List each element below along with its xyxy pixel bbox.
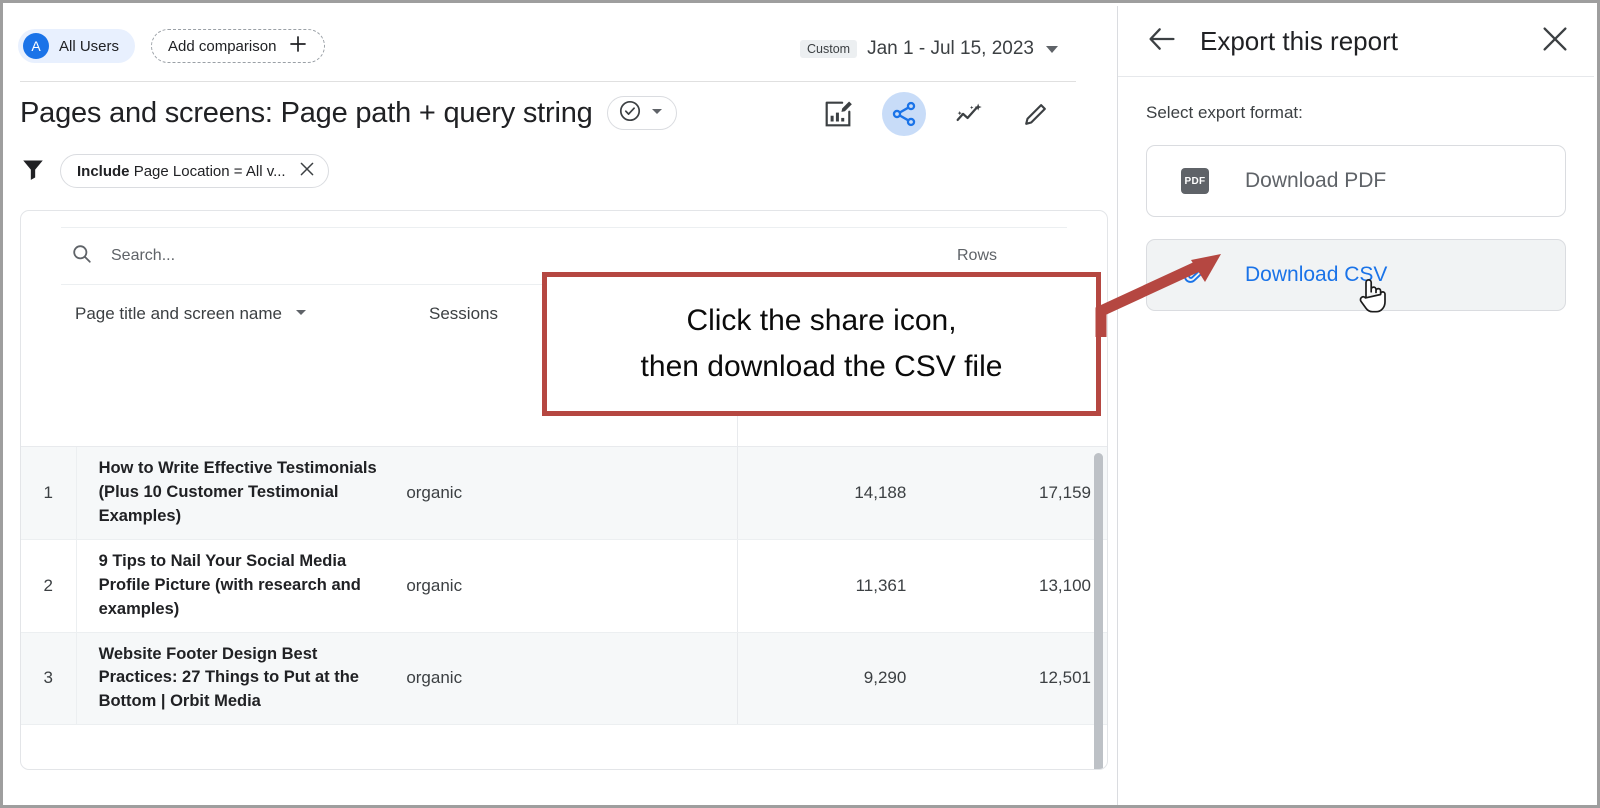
paperclip-icon xyxy=(1181,259,1209,292)
row-page-title[interactable]: Website Footer Design Best Practices: 27… xyxy=(77,633,395,725)
screenshot-root: A All Users Add comparison Custom Jan 1 … xyxy=(0,0,1600,808)
annotation-callout: Click the share icon, then download the … xyxy=(542,272,1101,416)
annotation-line-2: then download the CSV file xyxy=(640,350,1003,383)
add-comparison-button[interactable]: Add comparison xyxy=(151,29,326,63)
row-metric-views: 13,100 xyxy=(1039,575,1091,595)
check-circle-icon xyxy=(618,99,642,128)
pdf-badge-icon: PDF xyxy=(1181,168,1209,194)
share-icon[interactable] xyxy=(882,92,926,136)
close-icon[interactable] xyxy=(298,160,316,183)
row-metric-sessions: 11,361 xyxy=(855,575,907,595)
annotation-callout-text: Click the share icon, then download the … xyxy=(641,298,1003,389)
report-topbar: A All Users Add comparison Custom Jan 1 … xyxy=(6,6,1124,82)
add-comparison-label: Add comparison xyxy=(168,37,277,55)
row-source: organic xyxy=(394,447,738,539)
date-range-selector[interactable]: Custom Jan 1 - Jul 15, 2023 xyxy=(800,38,1058,60)
column-header-dimension[interactable]: Page title and screen name xyxy=(75,304,415,324)
insights-sparkle-icon[interactable] xyxy=(948,92,992,136)
report-filter-row: Include Page Location = All v... xyxy=(6,144,1124,198)
audience-chip-label: All Users xyxy=(59,37,120,55)
export-report-panel: Export this report Select export format:… xyxy=(1117,6,1594,805)
rows-per-page-label[interactable]: Rows xyxy=(957,247,997,265)
search-input[interactable]: Search... xyxy=(111,247,175,265)
vertical-scrollbar[interactable] xyxy=(1094,453,1103,769)
search-icon xyxy=(71,243,93,270)
chevron-down-icon xyxy=(650,104,664,123)
page-title: Pages and screens: Page path + query str… xyxy=(20,96,593,129)
row-metric-views: 12,501 xyxy=(1039,668,1091,688)
report-status-selector[interactable] xyxy=(606,96,677,130)
table-row[interactable]: 1 How to Write Effective Testimonials (P… xyxy=(21,447,1107,540)
row-index: 1 xyxy=(21,447,77,539)
filter-funnel-icon xyxy=(20,156,46,187)
avatar: A xyxy=(23,33,49,59)
annotation-line-1: Click the share icon, xyxy=(686,304,957,338)
export-panel-header: Export this report xyxy=(1118,6,1594,77)
chevron-down-icon xyxy=(1046,45,1058,53)
filter-chip[interactable]: Include Page Location = All v... xyxy=(60,154,329,188)
report-action-icons xyxy=(816,92,1058,136)
date-custom-tag: Custom xyxy=(800,40,858,58)
customize-report-icon[interactable] xyxy=(816,92,860,136)
column-header-dimension-label: Page title and screen name xyxy=(75,304,282,323)
mouse-pointer-hand-icon xyxy=(1355,275,1389,320)
report-title-row: Pages and screens: Page path + query str… xyxy=(6,82,1124,144)
audience-chip-all-users[interactable]: A All Users xyxy=(18,29,136,63)
row-page-title[interactable]: 9 Tips to Nail Your Social Media Profile… xyxy=(77,540,395,632)
row-metric-sessions: 9,290 xyxy=(863,668,907,688)
download-pdf-label: Download PDF xyxy=(1245,169,1387,192)
row-source: organic xyxy=(394,539,738,632)
filter-chip-prefix: Include xyxy=(77,162,130,180)
plus-icon xyxy=(288,34,308,59)
row-index: 2 xyxy=(21,539,77,632)
back-arrow-icon[interactable] xyxy=(1146,23,1178,60)
filter-chip-value: Page Location = All v... xyxy=(133,162,286,180)
row-metric-sessions: 14,188 xyxy=(854,482,907,502)
table-row[interactable]: 3 Website Footer Design Best Practices: … xyxy=(21,632,1107,726)
chevron-down-icon xyxy=(294,304,308,324)
row-source: organic xyxy=(394,632,738,725)
download-pdf-option[interactable]: PDF Download PDF xyxy=(1146,145,1566,217)
row-index: 3 xyxy=(21,632,77,725)
row-page-title[interactable]: How to Write Effective Testimonials (Plu… xyxy=(77,447,395,539)
export-format-label: Select export format: xyxy=(1146,103,1303,122)
column-header-sessions[interactable]: Sessions xyxy=(429,304,498,324)
close-icon[interactable] xyxy=(1540,24,1570,59)
date-range-text: Jan 1 - Jul 15, 2023 xyxy=(867,38,1034,59)
table-row[interactable]: 2 9 Tips to Nail Your Social Media Profi… xyxy=(21,539,1107,633)
filter-chip-text: Include Page Location = All v... xyxy=(77,163,286,180)
row-metric-views: 17,159 xyxy=(1039,482,1091,502)
export-panel-title: Export this report xyxy=(1200,25,1398,56)
edit-pencil-icon[interactable] xyxy=(1014,92,1058,136)
